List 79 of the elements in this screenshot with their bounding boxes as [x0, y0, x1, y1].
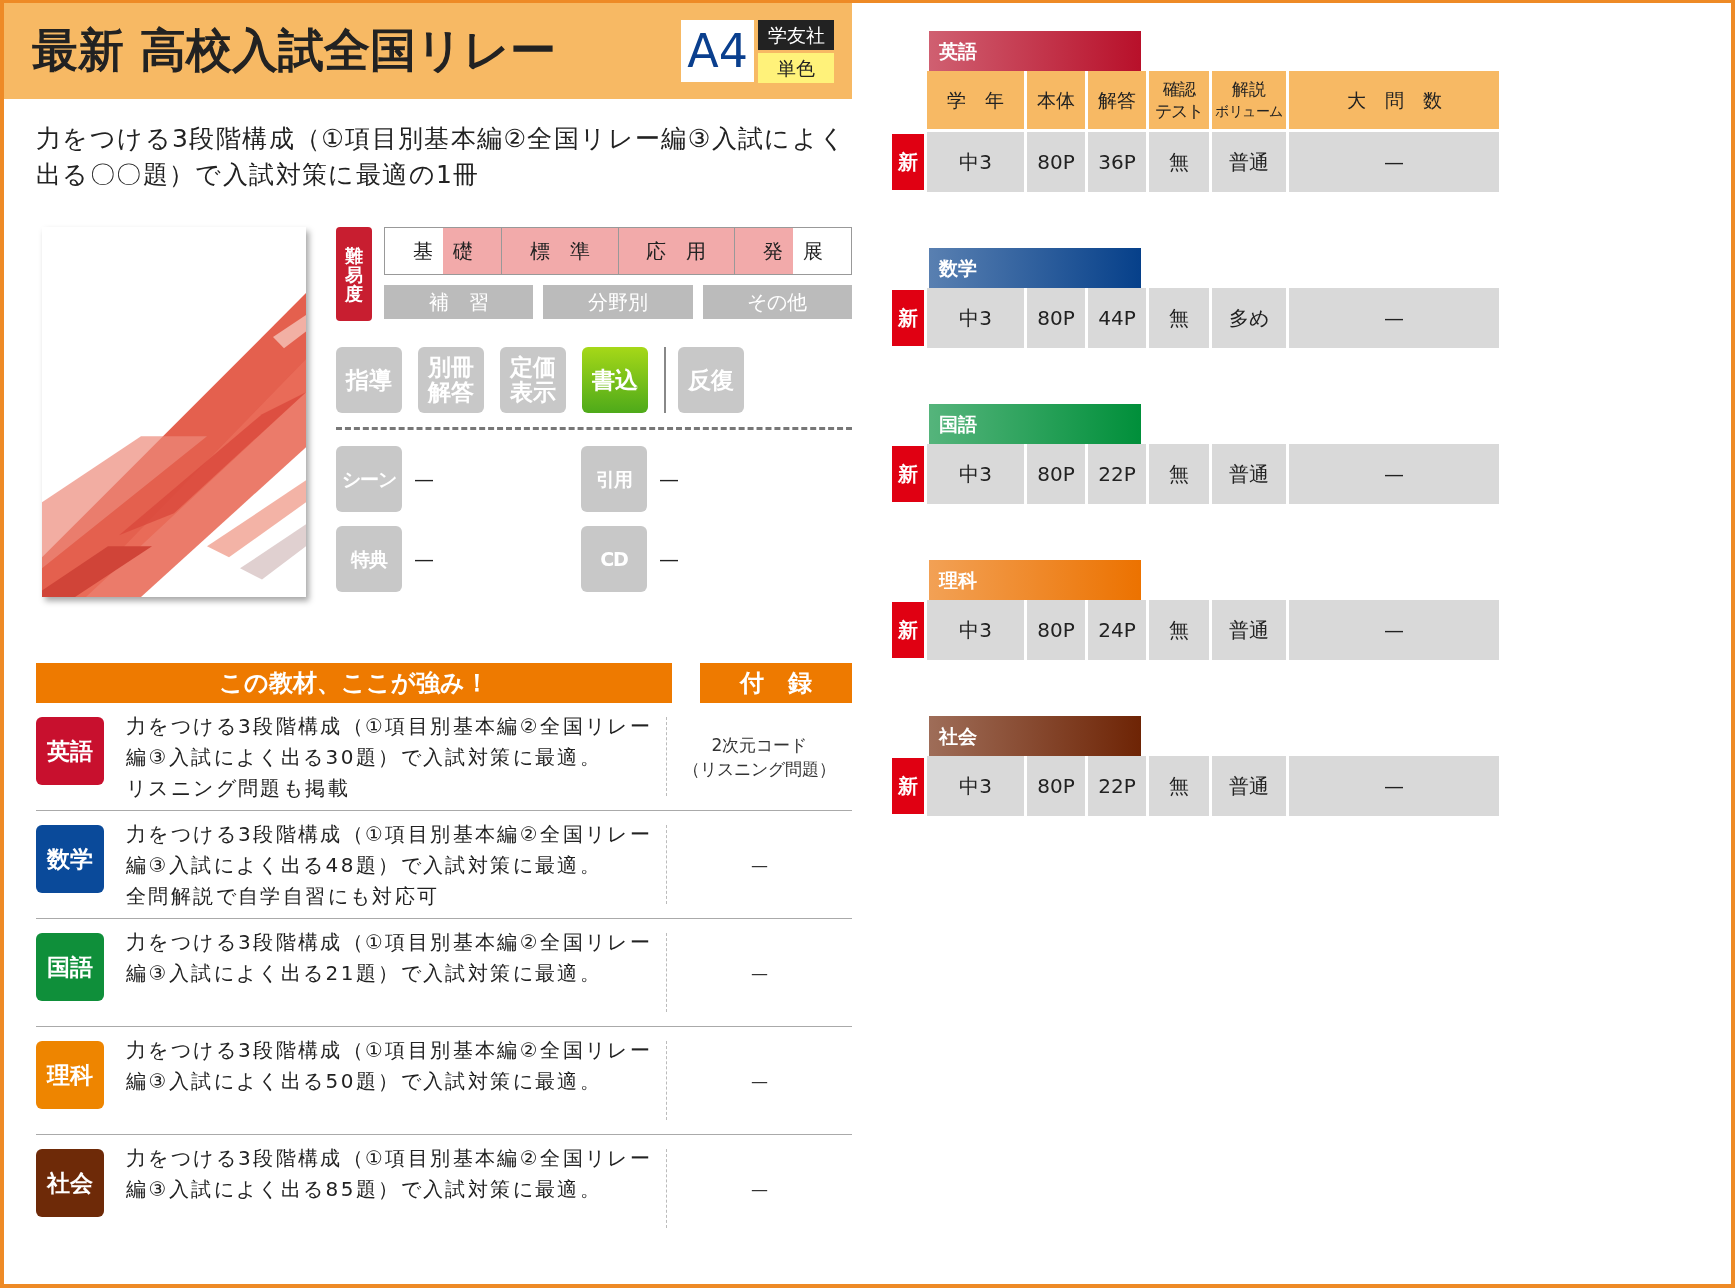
difficulty-label: 難易度 [336, 227, 372, 321]
strength-note: リスニング問題も掲載 [126, 775, 351, 802]
strength-text: 力をつける3段階構成（①項目別基本編②全国リレー編③入試によく出る21題）で入試対策に最適。 [126, 929, 654, 987]
book-title: 最新 高校入試全国リレー [32, 22, 557, 79]
table-cell: 無 [1149, 444, 1209, 504]
strength-text: 力をつける3段階構成（①項目別基本編②全国リレー編③入試によく出る48題）で入試対策に最適。 [126, 821, 654, 879]
feature-badge: 書込 [582, 347, 648, 413]
column-header: 学 年 [947, 89, 1004, 111]
subject-badge: 数学 [36, 825, 104, 893]
strength-text: 力をつける3段階構成（①項目別基本編②全国リレー編③入試によく出る50題）で入試対策に最適。 [126, 1037, 654, 1095]
category-tag: その他 [702, 285, 852, 319]
strength-text: 力をつける3段階構成（①項目別基本編②全国リレー編③入試によく出る30題）で入試対策に最適。 [126, 713, 654, 771]
table-cell: 36P [1088, 132, 1146, 192]
print-color-label: 単色 [758, 52, 834, 83]
table-cell: 44P [1088, 288, 1146, 348]
feature-value: — [659, 467, 679, 491]
table-cell: 中3 [927, 444, 1024, 504]
table-cell: — [1289, 444, 1499, 504]
feature-value: — [659, 547, 679, 571]
column-header: テスト [1155, 100, 1203, 122]
appendix-text: — [751, 1069, 768, 1093]
subject-badge: 英語 [36, 717, 104, 785]
column-header: 確認 [1163, 78, 1195, 100]
appendix-text: （リスニング問題） [683, 757, 836, 781]
publisher-label: 学友社 [758, 19, 834, 50]
table-cell: — [1289, 600, 1499, 660]
subject-badge: 社会 [36, 1149, 104, 1217]
table-cell: — [1289, 288, 1499, 348]
feature-value: — [414, 467, 434, 491]
table-cell: 普通 [1212, 444, 1286, 504]
table-cell: 無 [1149, 288, 1209, 348]
table-cell: 中3 [927, 756, 1024, 816]
appendix-text: — [751, 853, 768, 877]
category-tag: 補 習 [384, 285, 534, 319]
new-badge: 新 [892, 446, 924, 502]
table-cell: 24P [1088, 600, 1146, 660]
strengths-heading: この教材、ここが強み！ [36, 663, 672, 703]
category-tag: 分野別 [543, 285, 693, 319]
table-cell: 中3 [927, 600, 1024, 660]
table-cell: 無 [1149, 600, 1209, 660]
table-cell: 80P [1027, 600, 1085, 660]
table-cell: 22P [1088, 444, 1146, 504]
table-cell: — [1289, 132, 1499, 192]
table-cell: 無 [1149, 132, 1209, 192]
table-cell: — [1289, 756, 1499, 816]
strength-text: 力をつける3段階構成（①項目別基本編②全国リレー編③入試によく出る85題）で入試対策に最適。 [126, 1145, 654, 1203]
table-cell: 多め [1212, 288, 1286, 348]
appendix-text: 2次元コード [711, 733, 808, 757]
table-cell: 普通 [1212, 132, 1286, 192]
table-cell: 80P [1027, 132, 1085, 192]
appendix-text: — [751, 1177, 768, 1201]
new-badge: 新 [892, 758, 924, 814]
table-cell: 80P [1027, 444, 1085, 504]
feature-value: — [414, 547, 434, 571]
column-header: 本体 [1037, 89, 1075, 111]
difficulty-level: 応 用 [617, 228, 735, 274]
description: 力をつける3段階構成（①項目別基本編②全国リレー編③入試によく出る〇〇題）で入試対策に最適の1冊 [36, 123, 848, 191]
appendix-text: — [751, 961, 768, 985]
table-cell: 80P [1027, 288, 1085, 348]
new-badge: 新 [892, 134, 924, 190]
column-header: 解答 [1098, 89, 1136, 111]
new-badge: 新 [892, 602, 924, 658]
table-cell: 中3 [927, 288, 1024, 348]
subject-badge: 理科 [36, 1041, 104, 1109]
strength-note: 全問解説で自学自習にも対応可 [126, 883, 441, 910]
table-cell: 無 [1149, 756, 1209, 816]
appendix-heading: 付 録 [700, 663, 852, 703]
table-cell: 中3 [927, 132, 1024, 192]
difficulty-level: 標 準 [500, 228, 618, 274]
table-cell: 普通 [1212, 600, 1286, 660]
column-header: ボリューム [1215, 102, 1283, 121]
table-cell: 普通 [1212, 756, 1286, 816]
subject-badge: 国語 [36, 933, 104, 1001]
new-badge: 新 [892, 290, 924, 346]
column-header: 解説 [1232, 78, 1266, 100]
table-cell: 80P [1027, 756, 1085, 816]
paper-size-label: A4 [681, 20, 754, 82]
column-header: 大 問 数 [1346, 89, 1442, 111]
table-cell: 22P [1088, 756, 1146, 816]
